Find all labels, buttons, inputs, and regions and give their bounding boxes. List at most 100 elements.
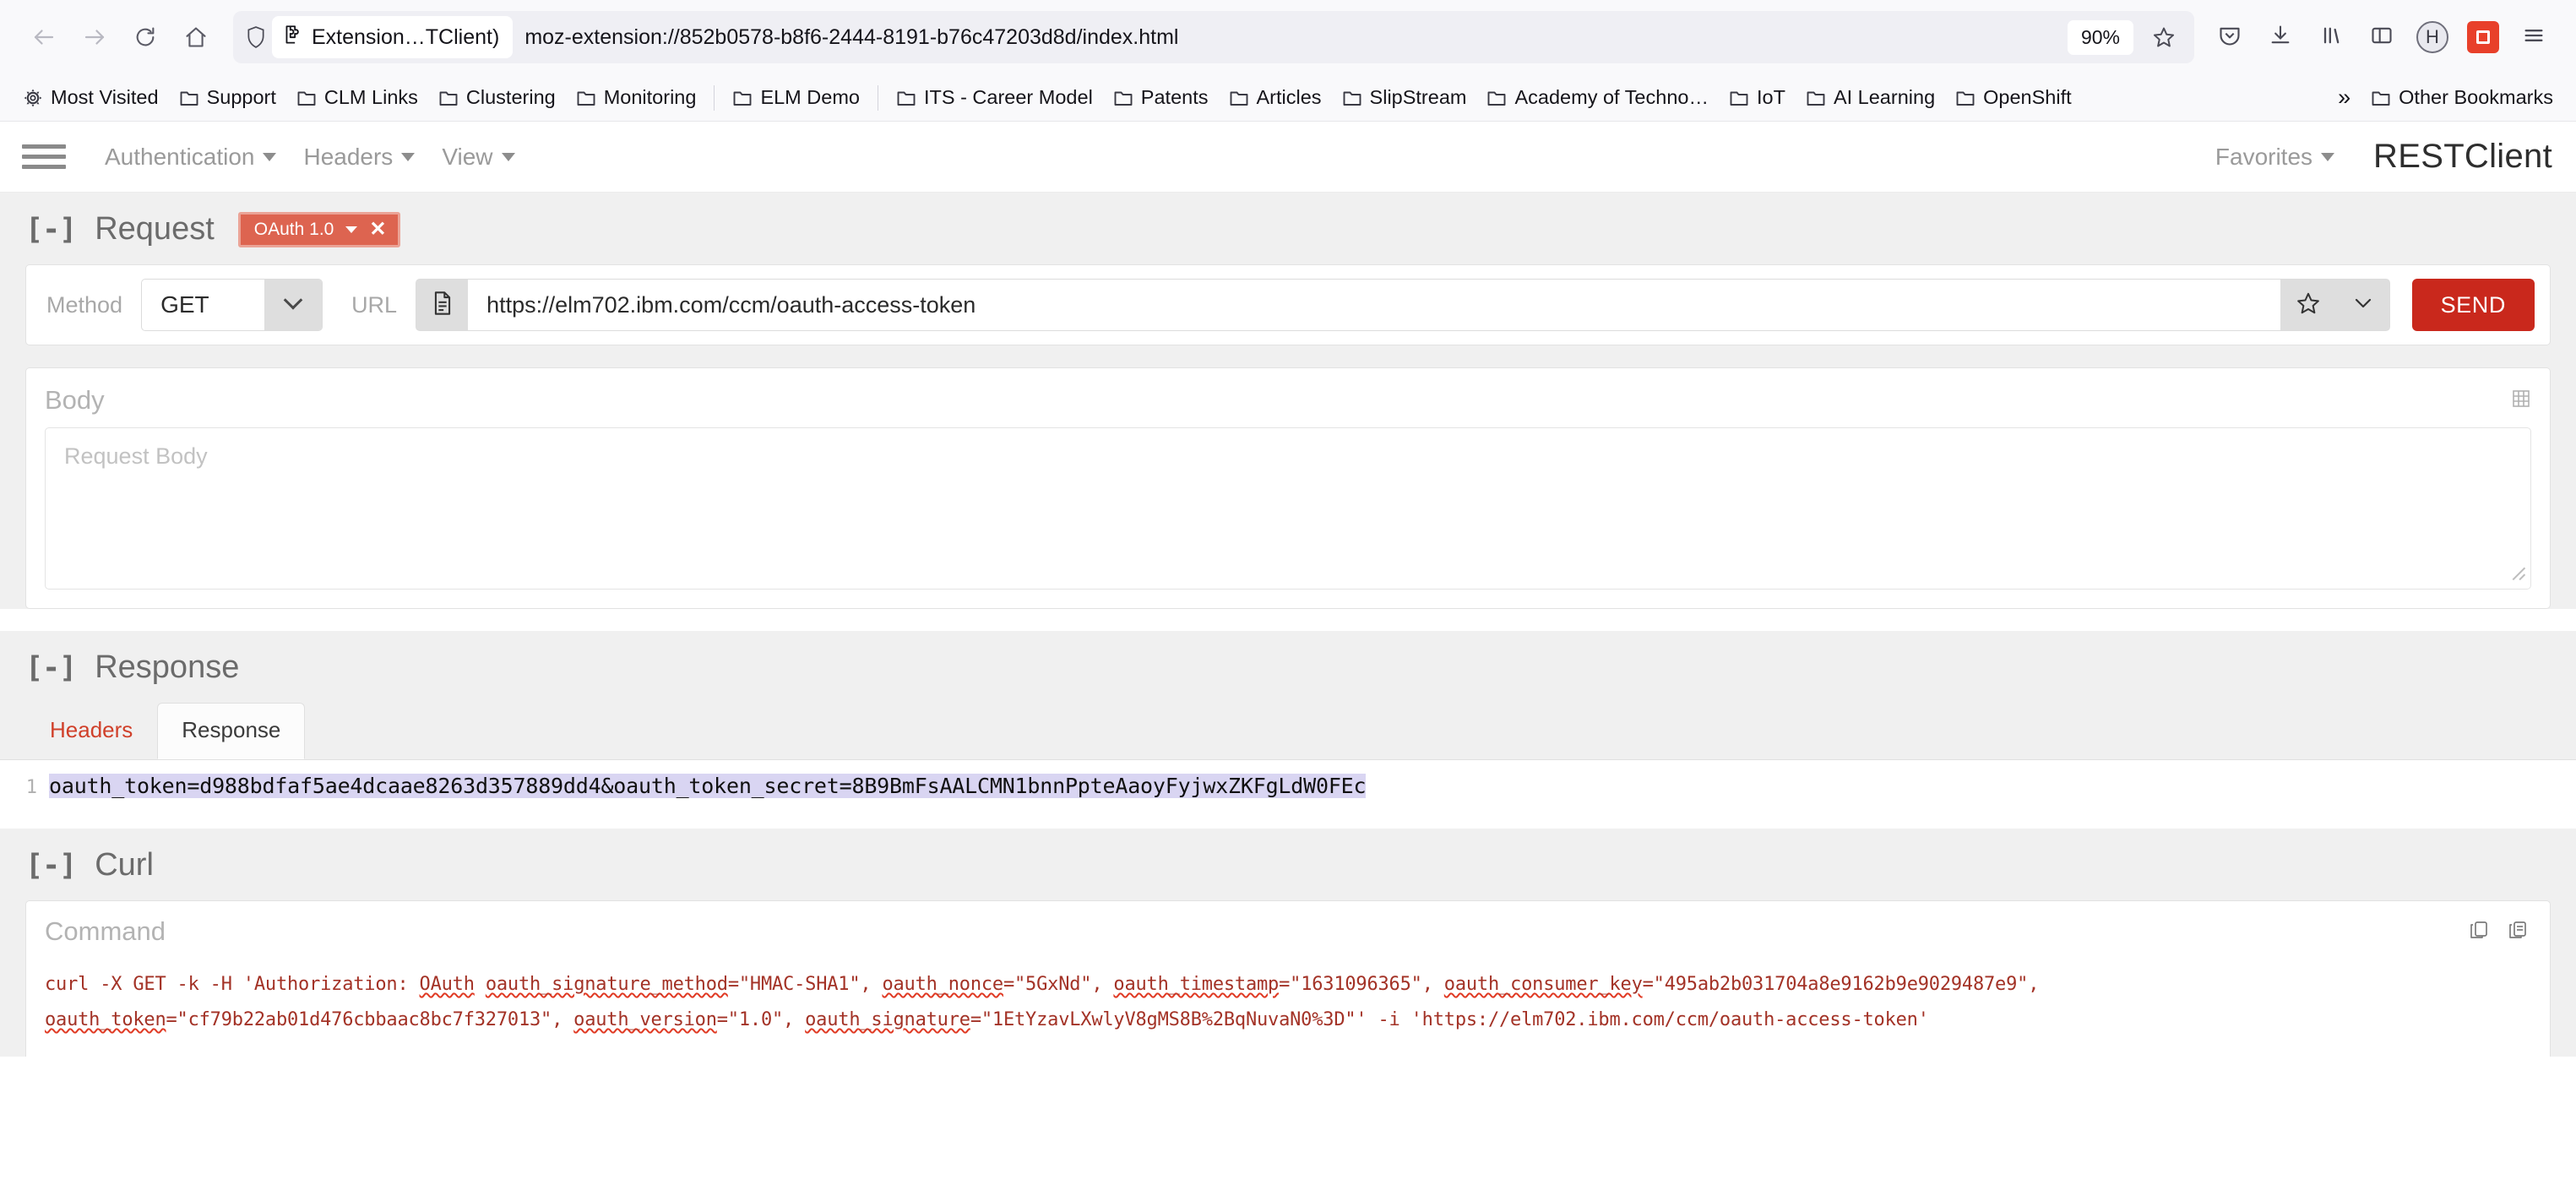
request-section-header: [-] Request OAuth 1.0 ✕: [0, 193, 2576, 264]
curl-section-header: [-] Curl: [0, 829, 2576, 900]
curl-collapse-toggle[interactable]: [-]: [25, 849, 77, 883]
menu-favorites[interactable]: Favorites: [2202, 139, 2348, 176]
auth-badge-close-icon[interactable]: ✕: [369, 219, 386, 240]
library-icon: [2319, 24, 2343, 52]
bookmark-label: Clustering: [465, 86, 556, 108]
bookmark-iot[interactable]: IoT: [1720, 81, 1795, 114]
app-header: Authentication Headers View Favorites RE…: [0, 122, 2576, 193]
tab-response[interactable]: Response: [157, 703, 306, 759]
bookmark-patents[interactable]: Patents: [1104, 81, 1218, 114]
favorite-dropdown-icon[interactable]: [2353, 296, 2373, 314]
folder-icon: [1486, 89, 1507, 107]
resize-grip-icon[interactable]: [2508, 562, 2526, 585]
bookmark-slipstream[interactable]: SlipStream: [1333, 81, 1476, 114]
bookmark-its-career-model[interactable]: ITS - Career Model: [887, 81, 1102, 114]
tab-headers[interactable]: Headers: [25, 703, 157, 759]
folder-icon: [896, 89, 916, 107]
bookmark-label: SlipStream: [1369, 86, 1467, 108]
method-select-arrow[interactable]: [264, 280, 323, 330]
menu-bar-2: [22, 155, 66, 159]
menu-bar-1: [22, 144, 66, 149]
reload-icon: [133, 25, 157, 49]
folder-icon: [1113, 89, 1133, 107]
request-body-textarea[interactable]: Request Body: [45, 427, 2531, 590]
home-button[interactable]: [171, 12, 221, 62]
bookmarks-overflow-button[interactable]: »: [2329, 79, 2360, 116]
other-bookmarks-button[interactable]: Other Bookmarks: [2361, 81, 2562, 114]
chevron-down-icon: [283, 291, 303, 310]
bookmark-elm-demo[interactable]: ELM Demo: [723, 81, 869, 114]
bookmarks-bar: Most Visited Support CLM Links Clusterin…: [0, 74, 2576, 122]
method-url-row: Method GET URL https://elm702.ibm.com/cc…: [26, 265, 2550, 345]
bookmark-star-button[interactable]: [2142, 15, 2186, 59]
curl-section-title: Curl: [95, 847, 154, 883]
bookmark-openshift[interactable]: OpenShift: [1946, 81, 2081, 114]
copy-icon[interactable]: [2469, 920, 2489, 944]
bookmark-most-visited[interactable]: Most Visited: [14, 81, 168, 114]
downloads-button[interactable]: [2257, 14, 2304, 61]
address-bar[interactable]: Extension…TClient) moz-extension://852b0…: [233, 11, 2194, 63]
folder-icon: [576, 89, 596, 107]
forward-button[interactable]: [69, 12, 120, 62]
curl-card: Command curl -X GET -k -H 'Authorization…: [25, 900, 2551, 1057]
reload-button[interactable]: [120, 12, 171, 62]
restclient-extension-button[interactable]: [2459, 14, 2507, 61]
menu-view[interactable]: View: [428, 139, 528, 176]
auth-badge-label: OAuth 1.0: [253, 219, 334, 239]
bookmark-academy-of-technology[interactable]: Academy of Techno…: [1477, 81, 1717, 114]
url-label: URL: [351, 291, 398, 318]
body-grid-view-icon[interactable]: [2511, 389, 2531, 413]
bookmark-support[interactable]: Support: [170, 81, 285, 114]
url-text[interactable]: moz-extension://852b0578-b8f6-2444-8191-…: [524, 25, 2059, 50]
bookmark-label: Academy of Techno…: [1514, 86, 1709, 108]
response-collapse-toggle[interactable]: [-]: [25, 651, 77, 685]
bookmark-articles[interactable]: Articles: [1220, 81, 1331, 114]
bookmark-label: ITS - Career Model: [923, 86, 1093, 108]
request-url-input[interactable]: https://elm702.ibm.com/ccm/oauth-access-…: [468, 279, 2280, 331]
menu-label: Headers: [303, 143, 394, 170]
bookmark-ai-learning[interactable]: AI Learning: [1796, 81, 1944, 114]
bookmark-clustering[interactable]: Clustering: [429, 81, 565, 114]
restclient-extension-icon: [2467, 21, 2499, 53]
back-arrow-icon: [31, 24, 57, 50]
account-button[interactable]: H: [2409, 14, 2456, 61]
zoom-level-indicator[interactable]: 90%: [2067, 19, 2133, 55]
url-template-button[interactable]: [416, 279, 469, 331]
method-select[interactable]: GET: [141, 279, 323, 331]
menu-label: Authentication: [105, 143, 255, 170]
browser-chrome: Extension…TClient) moz-extension://852b0…: [0, 0, 2576, 122]
menu-bar-3: [22, 165, 66, 169]
other-bookmarks-label: Other Bookmarks: [2399, 86, 2553, 108]
copy-all-icon[interactable]: [2508, 920, 2528, 944]
response-token-text[interactable]: oauth_token=d988bdfaf5ae4dcaae8263d35788…: [49, 774, 1367, 798]
extension-identity-chip[interactable]: Extension…TClient): [272, 16, 514, 58]
chevron-down-icon: [401, 152, 416, 161]
account-avatar-icon: H: [2416, 21, 2448, 53]
send-button[interactable]: SEND: [2411, 279, 2535, 331]
library-button[interactable]: [2307, 14, 2355, 61]
menu-headers[interactable]: Headers: [290, 139, 428, 176]
browser-toolbar-right: H: [2206, 14, 2557, 61]
bookmark-clm-links[interactable]: CLM Links: [287, 81, 427, 114]
pocket-button[interactable]: [2206, 14, 2253, 61]
menu-authentication[interactable]: Authentication: [91, 139, 290, 176]
curl-command-text[interactable]: curl -X GET -k -H 'Authorization: OAuth …: [26, 959, 2550, 1057]
response-content-area: 1 oauth_token=d988bdfaf5ae4dcaae8263d357…: [0, 759, 2576, 812]
hamburger-menu-icon: [2522, 24, 2546, 52]
curl-command-label: Command: [45, 916, 166, 946]
folder-icon: [179, 89, 199, 107]
shield-icon[interactable]: [245, 24, 267, 50]
request-collapse-toggle[interactable]: [-]: [25, 213, 77, 247]
chevron-down-icon: [345, 226, 358, 233]
extension-chip-label: Extension…TClient): [312, 24, 500, 49]
app-menu-button[interactable]: [2510, 14, 2557, 61]
menu-label: Favorites: [2215, 143, 2313, 170]
sidebar-button[interactable]: [2358, 14, 2405, 61]
auth-badge-oauth[interactable]: OAuth 1.0 ✕: [237, 211, 401, 247]
bookmark-label: IoT: [1756, 86, 1785, 108]
request-body-placeholder: Request Body: [64, 443, 208, 469]
app-menu-toggle[interactable]: [19, 144, 69, 169]
back-button[interactable]: [19, 12, 69, 62]
favorite-star-icon[interactable]: [2296, 291, 2321, 320]
bookmark-monitoring[interactable]: Monitoring: [567, 81, 706, 114]
